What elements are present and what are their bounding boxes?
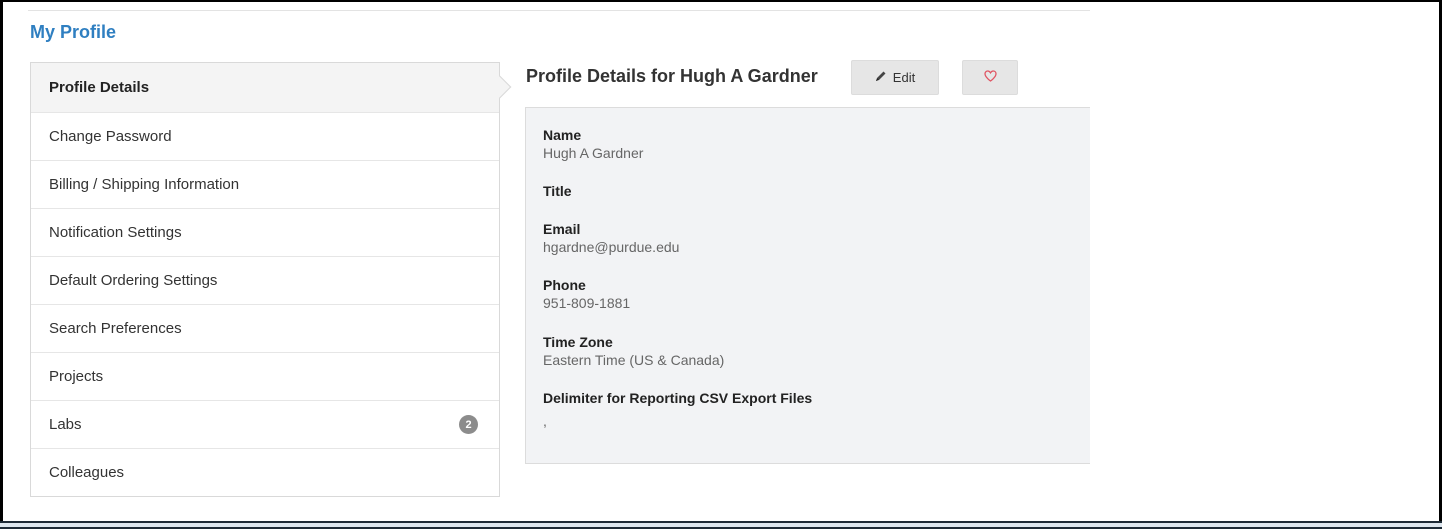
edit-button-label: Edit [892,70,916,85]
sidebar-item-label: Billing / Shipping Information [49,176,240,193]
heart-outline-icon [983,69,997,87]
sidebar-item-default-ordering-settings[interactable]: Default Ordering Settings [31,256,499,304]
sidebar-item-change-password[interactable]: Change Password [31,112,499,160]
phone-label: Phone [543,277,586,293]
sidebar-item-label: Change Password [49,128,172,145]
bottom-bar [0,521,1442,529]
sidebar-item-search-preferences[interactable]: Search Preferences [31,304,499,352]
divider [28,10,1090,11]
sidebar-item-notification-settings[interactable]: Notification Settings [31,208,499,256]
sidebar-item-label: Default Ordering Settings [49,272,218,289]
phone-field: Phone 951-809-1881 [543,277,630,312]
timezone-value: Eastern Time (US & Canada) [543,352,725,368]
sidebar-item-projects[interactable]: Projects [31,352,499,400]
email-value: hgardne@purdue.edu [543,239,680,255]
sidebar-item-label: Labs [49,416,82,433]
pencil-icon [875,70,887,85]
name-field: Name Hugh A Gardner [543,127,643,162]
sidebar-item-label: Search Preferences [49,320,182,337]
sidebar-item-label: Projects [49,368,104,385]
sidebar-item-label: Profile Details [49,79,150,96]
email-label: Email [543,221,581,237]
csv-delimiter-value: , [543,413,547,429]
timezone-field: Time Zone Eastern Time (US & Canada) [543,334,724,369]
csv-delimiter-field: Delimiter for Reporting CSV Export Files… [543,390,812,430]
name-value: Hugh A Gardner [543,145,644,161]
name-label: Name [543,127,582,143]
sidebar-item-billing-shipping[interactable]: Billing / Shipping Information [31,160,499,208]
title-field: Title [543,183,572,200]
sidebar-item-label: Notification Settings [49,224,182,241]
profile-details-panel: Name Hugh A Gardner Title Email hgardne@… [525,107,1090,464]
csv-delimiter-label: Delimiter for Reporting CSV Export Files [543,390,813,406]
profile-sidebar: Profile Details Change Password Billing … [30,62,500,497]
favorite-button[interactable] [962,60,1018,95]
content-title: Profile Details for Hugh A Gardner [526,66,818,86]
sidebar-item-colleagues[interactable]: Colleagues [31,448,499,496]
count-badge: 2 [459,415,478,434]
edit-button[interactable]: Edit [851,60,939,95]
sidebar-item-label: Colleagues [49,464,125,481]
page-title: My Profile [30,22,117,42]
phone-value: 951-809-1881 [543,295,631,311]
sidebar-item-profile-details[interactable]: Profile Details [31,63,499,112]
email-field: Email hgardne@purdue.edu [543,221,679,256]
title-label: Title [543,183,572,199]
sidebar-item-labs[interactable]: Labs 2 [31,400,499,448]
timezone-label: Time Zone [543,334,613,350]
